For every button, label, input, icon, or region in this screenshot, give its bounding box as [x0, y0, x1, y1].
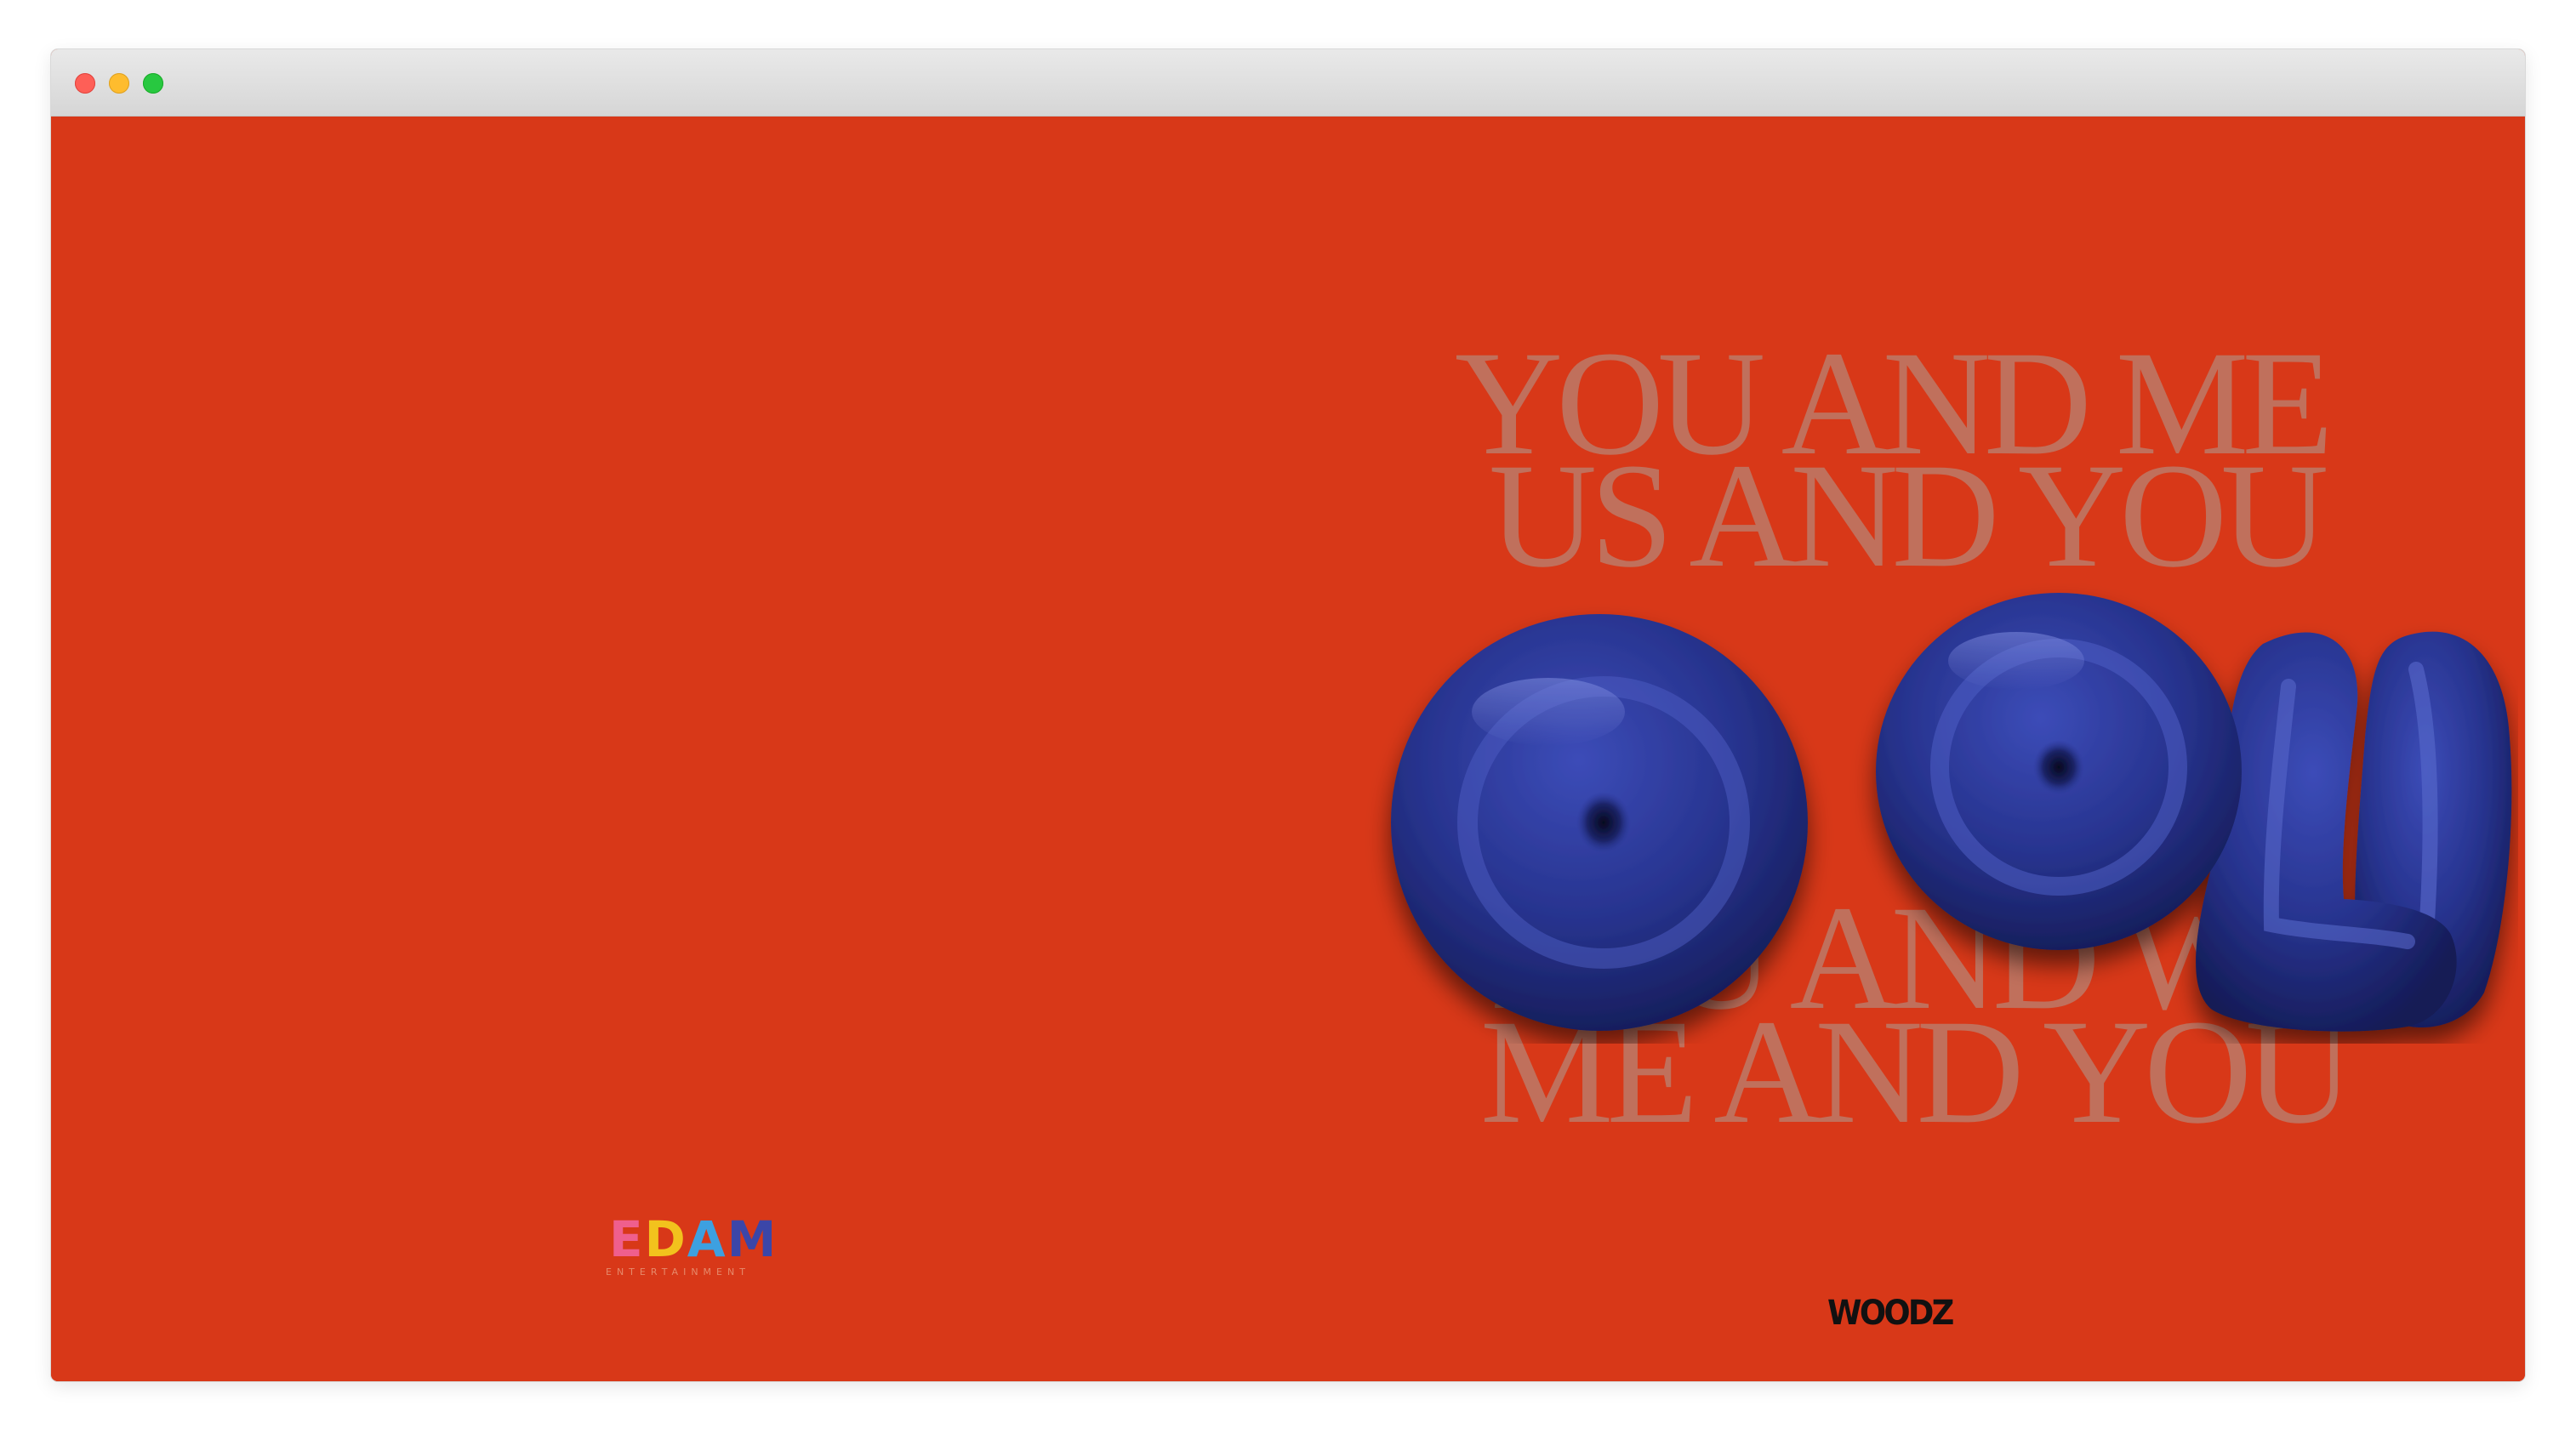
- zoom-window-button[interactable]: [143, 73, 163, 94]
- album-cover-page: YOU AND ME US AND YOU YOU AND WE ME AND …: [51, 117, 2525, 1381]
- artist-name: WOODZ: [1827, 1294, 1954, 1333]
- edam-entertainment-logo: EDAM ENTERTAINMENT: [602, 1214, 789, 1282]
- edam-letter-d: D: [644, 1210, 687, 1268]
- close-window-button[interactable]: [75, 73, 95, 94]
- edam-letter-m: M: [727, 1210, 778, 1268]
- minimize-window-button[interactable]: [109, 73, 129, 94]
- window-titlebar: [51, 49, 2525, 117]
- ooli-bubble-letters-icon: [1391, 593, 2512, 1032]
- edam-letter-e: E: [609, 1210, 645, 1268]
- lyric-line-2: US AND YOU: [1489, 433, 2328, 599]
- browser-window: YOU AND ME US AND YOU YOU AND WE ME AND …: [51, 49, 2525, 1381]
- edam-subtitle: ENTERTAINMENT: [606, 1266, 750, 1278]
- edam-letter-a: A: [687, 1210, 727, 1268]
- edam-wordmark: EDAM: [609, 1214, 778, 1265]
